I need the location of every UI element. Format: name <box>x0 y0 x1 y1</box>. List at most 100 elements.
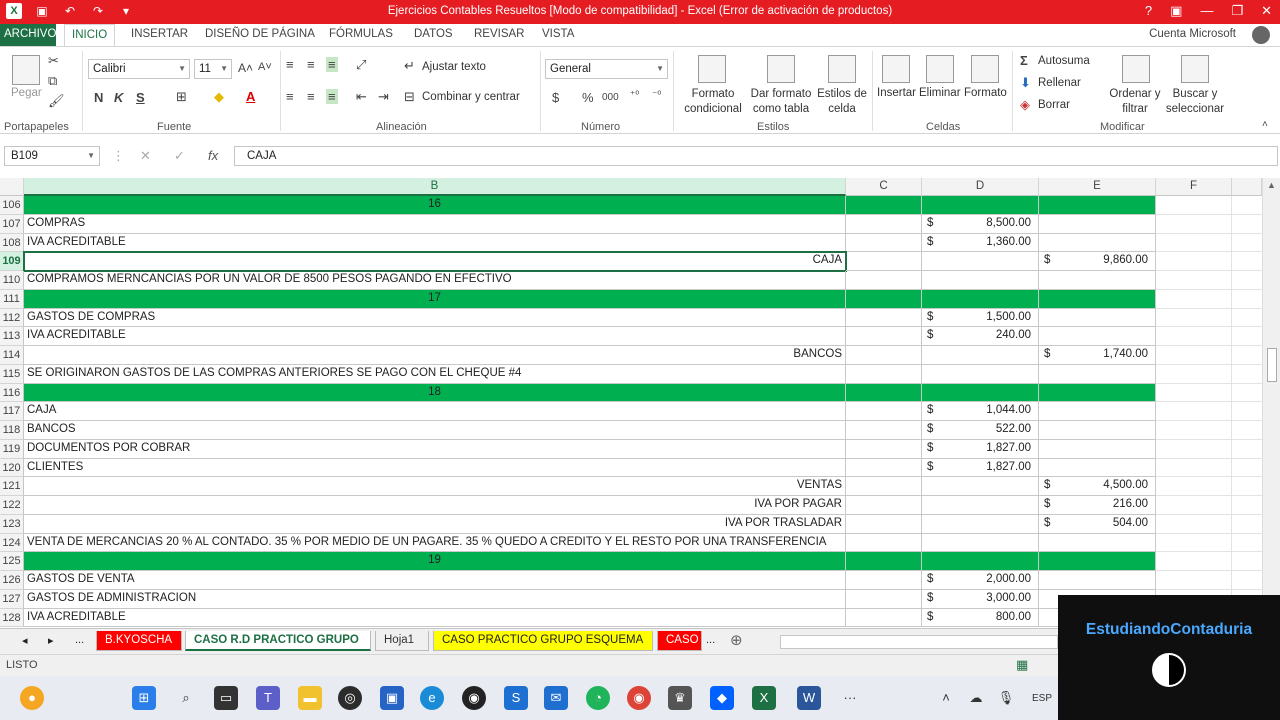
cell-b[interactable]: 19 <box>24 552 846 571</box>
row-header[interactable]: 109 <box>0 252 24 271</box>
cell-b[interactable]: VENTA DE MERCANCIAS 20 % AL CONTADO. 35 … <box>24 533 846 553</box>
cell-d[interactable] <box>922 383 1039 403</box>
grow-font-icon[interactable]: A˄ <box>238 61 253 75</box>
sheet-tab[interactable]: CASO R.D PRACTICO GRUPO <box>185 631 371 651</box>
cell-d[interactable] <box>922 289 1039 309</box>
restore-icon[interactable]: ❐ <box>1231 3 1243 19</box>
thousands-button[interactable]: 000 <box>602 92 619 103</box>
sheet-tab[interactable]: B.KYOSCHA <box>96 631 182 651</box>
cell-b[interactable]: DOCUMENTOS POR COBRAR <box>24 439 846 459</box>
cell-g[interactable] <box>1232 234 1262 253</box>
next-sheet-icon[interactable]: ▸ <box>48 634 54 647</box>
delete-cells-icon[interactable] <box>926 55 954 83</box>
notification-icon[interactable]: ● <box>20 686 44 710</box>
cell-d[interactable]: $240.00 <box>922 327 1039 346</box>
wechat-icon[interactable]: ◔ <box>586 686 610 710</box>
cell-f[interactable] <box>1156 327 1232 346</box>
cell-f[interactable] <box>1156 477 1232 496</box>
cell-b[interactable]: IVA ACREDITABLE <box>24 327 846 346</box>
cell-e[interactable] <box>1039 402 1156 421</box>
row-header[interactable]: 119 <box>0 439 24 459</box>
tab-diseno-pagina[interactable]: DISEÑO DE PÁGINA <box>205 28 315 40</box>
cell-c[interactable] <box>846 496 922 515</box>
tab-archivo[interactable]: ARCHIVO <box>0 24 56 46</box>
task-view-icon[interactable]: ▭ <box>214 686 238 710</box>
cell-d[interactable]: $8,500.00 <box>922 214 1039 234</box>
format-cells-icon[interactable] <box>971 55 999 83</box>
cell-d[interactable]: $1,827.00 <box>922 439 1039 459</box>
cell-e[interactable] <box>1039 289 1156 309</box>
cell-d[interactable]: $3,000.00 <box>922 589 1039 609</box>
cell-e[interactable] <box>1039 552 1156 571</box>
align-center-icon[interactable]: ≡ <box>307 89 315 104</box>
cell-g[interactable] <box>1232 384 1262 403</box>
cell-e[interactable]: $1,740.00 <box>1039 346 1156 365</box>
cell-d[interactable] <box>922 514 1039 534</box>
row-header[interactable]: 115 <box>0 364 24 384</box>
cell-b[interactable]: CAJA <box>24 402 846 421</box>
new-sheet-icon[interactable]: ⊕ <box>730 631 743 649</box>
cell-b[interactable]: GASTOS DE VENTA <box>24 571 846 590</box>
cell-styles-icon[interactable] <box>828 55 856 83</box>
cell-f[interactable] <box>1156 233 1232 253</box>
copy-icon[interactable]: ⧉ <box>48 73 57 89</box>
cell-f[interactable] <box>1156 308 1232 328</box>
cell-d[interactable]: $1,044.00 <box>922 402 1039 421</box>
cell-b[interactable]: 16 <box>24 196 846 215</box>
windows-start-icon[interactable]: ⊞ <box>132 686 156 710</box>
cell-e[interactable] <box>1039 233 1156 253</box>
cell-c[interactable] <box>846 308 922 328</box>
format-as-table-button[interactable]: Dar formato como tabla <box>748 87 814 117</box>
cell-e[interactable] <box>1039 214 1156 234</box>
tab-formulas[interactable]: FÓRMULAS <box>329 28 393 40</box>
sort-filter-button[interactable]: Ordenar y filtrar <box>1106 87 1164 117</box>
cell-g[interactable] <box>1232 402 1262 421</box>
cell-g[interactable] <box>1232 309 1262 328</box>
cell-f[interactable] <box>1156 552 1232 571</box>
cell-g[interactable] <box>1232 552 1262 571</box>
fill-button[interactable]: Rellenar <box>1038 77 1081 89</box>
more-sheets-left-icon[interactable]: ... <box>75 634 84 646</box>
file-explorer-icon[interactable]: ▬ <box>298 686 322 710</box>
sheet-tab[interactable]: CASO <box>657 631 702 651</box>
row-header[interactable]: 123 <box>0 514 24 534</box>
vertical-scroll-thumb[interactable] <box>1267 348 1277 382</box>
format-painter-icon[interactable]: 🖌 <box>48 93 65 109</box>
normal-view-icon[interactable]: ▦ <box>1016 657 1028 673</box>
mail-icon[interactable]: ✉ <box>544 686 568 710</box>
cell-styles-button[interactable]: Estilos de celda <box>814 87 870 117</box>
more-sheets-right-icon[interactable]: ... <box>706 634 715 646</box>
row-header[interactable]: 111 <box>0 289 24 309</box>
worksheet-grid[interactable]: B C D E F 106 16 107 COMPRAS $8,500.00 108 IVA… <box>0 178 1262 628</box>
row-header[interactable]: 121 <box>0 477 24 496</box>
cell-c[interactable] <box>846 589 922 609</box>
percent-button[interactable]: % <box>582 90 594 105</box>
cell-b[interactable]: BANCOS <box>24 421 846 440</box>
cell-g[interactable] <box>1232 271 1262 290</box>
dropbox-icon[interactable]: ◆ <box>710 686 734 710</box>
format-as-table-icon[interactable] <box>767 55 795 83</box>
orientation-icon[interactable]: ⤢ <box>356 57 366 73</box>
italic-button[interactable]: K <box>114 90 123 105</box>
help-icon[interactable]: ? <box>1145 3 1152 19</box>
cancel-icon[interactable]: ✕ <box>140 148 151 164</box>
cell-f[interactable] <box>1156 214 1232 234</box>
delete-cells-button[interactable]: Eliminar <box>919 87 961 99</box>
underline-button[interactable]: S <box>136 90 145 105</box>
cell-e[interactable] <box>1039 458 1156 478</box>
row-header[interactable]: 107 <box>0 214 24 234</box>
column-header-g[interactable] <box>1232 178 1262 196</box>
cell-g[interactable] <box>1232 327 1262 346</box>
column-header-d[interactable]: D <box>922 178 1039 196</box>
cell-g[interactable] <box>1232 290 1262 309</box>
cell-d[interactable]: $2,000.00 <box>922 571 1039 590</box>
minimize-icon[interactable]: — <box>1200 3 1213 19</box>
collapse-ribbon-icon[interactable]: ˄ <box>1262 119 1268 130</box>
store-icon[interactable]: ▣ <box>380 686 404 710</box>
tab-vista[interactable]: VISTA <box>542 28 574 40</box>
select-all-corner[interactable] <box>0 178 24 196</box>
format-cells-button[interactable]: Formato <box>964 87 1007 99</box>
cell-e[interactable]: $9,860.00 <box>1039 252 1156 271</box>
cell-f[interactable] <box>1156 514 1232 534</box>
bold-button[interactable]: N <box>94 90 103 105</box>
